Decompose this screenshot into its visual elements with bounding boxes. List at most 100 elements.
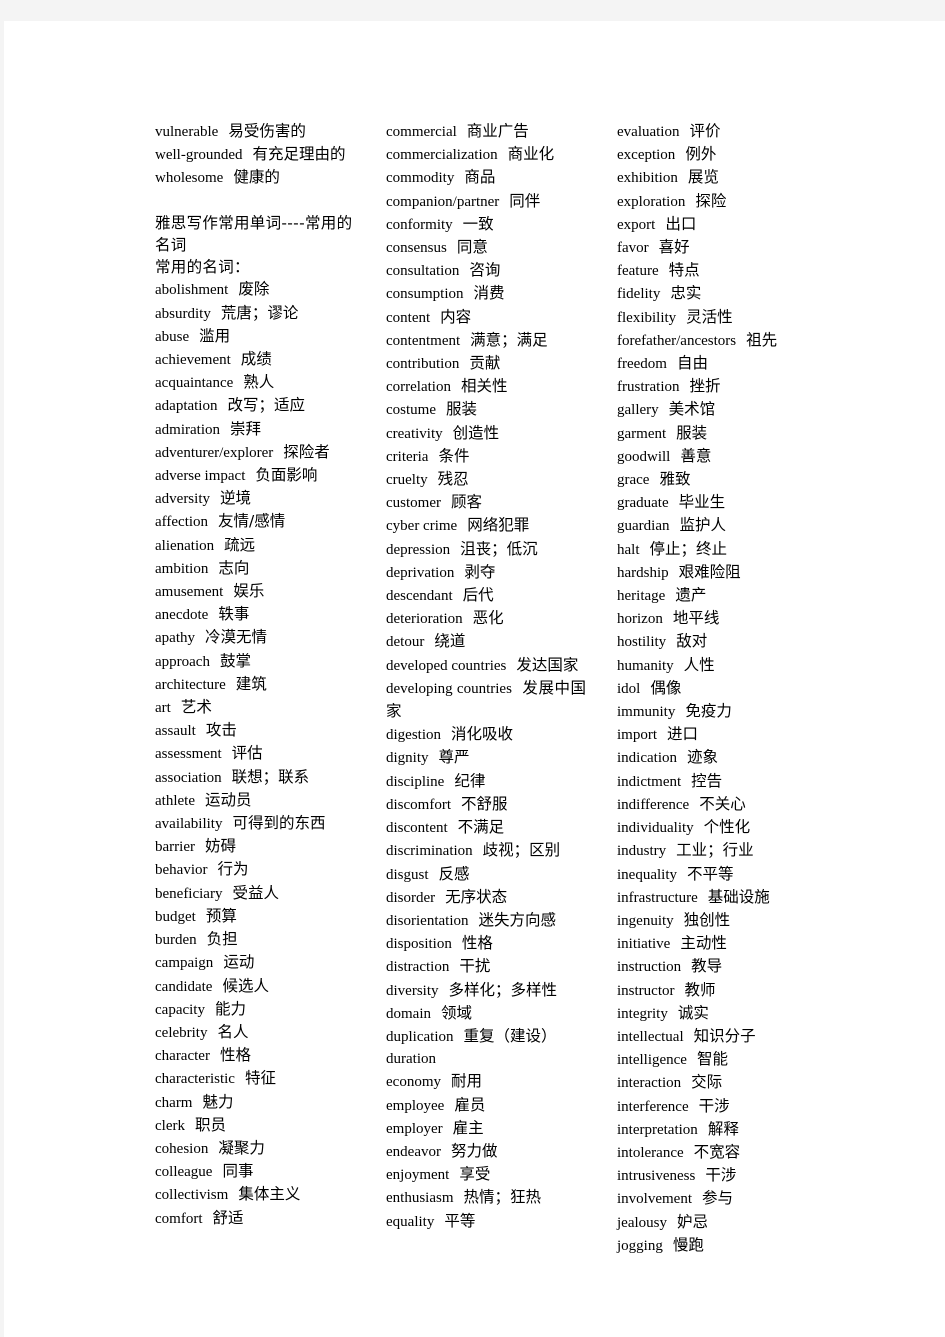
chinese-translation: 服装 [676,423,708,442]
english-term: initiative [617,936,671,953]
english-term: ambition [155,560,209,577]
chinese-translation: 建筑 [235,674,267,693]
english-term: discontent [386,820,448,837]
vocab-entry: collectivism 集体主义 [155,1183,355,1206]
english-term: instructor [617,982,675,999]
english-term: apathy [155,630,195,647]
document-page: vulnerable 易受伤害的 well-grounded 有充足理由的 wholes… [4,21,945,1337]
chinese-translation: 歧视；区别 [482,841,561,860]
vocab-entry: behavior 行为 [155,858,355,881]
english-term: evaluation [617,124,680,140]
vocab-entry: campaign 运动 [155,951,355,974]
english-term: adversity [155,491,210,508]
vocab-entry: interference 干涉 [617,1095,817,1118]
english-term: discrimination [386,843,473,860]
chinese-translation: 迹象 [687,748,719,767]
chinese-translation: 喜好 [658,238,690,257]
chinese-translation: 工业；行业 [676,841,754,860]
english-term: enjoyment [386,1167,450,1184]
english-term: customer [386,495,441,512]
vocab-entry: architecture 建筑 [155,673,355,696]
vocab-entry: commodity 商品 [386,166,586,189]
english-term: garment [617,425,667,442]
english-term: exhibition [617,170,678,187]
chinese-translation: 解释 [707,1119,739,1138]
chinese-translation: 一致 [462,214,494,233]
english-term: abuse [155,328,190,345]
vocab-entry: consensus 同意 [386,236,586,259]
vocab-entry: export 出口 [617,213,817,236]
chinese-translation: 雇主 [452,1118,484,1137]
intro-entries: vulnerable 易受伤害的 well-grounded 有充足理由的 wholes… [155,120,355,190]
english-term: infrastructure [617,889,698,906]
english-term: enthusiasm [386,1190,454,1207]
english-term: burden [155,932,197,949]
chinese-translation: 熟人 [243,373,275,392]
chinese-translation: 荒唐；谬论 [220,303,299,322]
english-term: correlation [386,379,451,396]
vocab-entry: involvement 参与 [617,1187,817,1210]
vocab-entry: gallery 美术馆 [617,398,817,421]
english-term: candidate [155,978,213,995]
chinese-translation: 例外 [685,145,717,164]
vocab-entry: characteristic 特征 [155,1067,355,1090]
vocab-entry: commercial 商业广告 [386,120,586,143]
vocab-entry: exploration 探险 [617,190,817,213]
vocab-entry: import 进口 [617,723,817,746]
chinese-translation: 相关性 [460,377,508,396]
english-term: domain [386,1005,431,1022]
chinese-translation: 迷失方向感 [478,910,557,929]
english-term: guardian [617,518,670,535]
english-term: economy [386,1074,441,1091]
english-term: import [617,727,657,744]
english-term: disgust [386,866,429,883]
vocab-entry: flexibility 灵活性 [617,306,817,329]
english-term: colleague [155,1164,213,1181]
vocab-entry: deterioration 恶化 [386,607,586,630]
chinese-translation: 改写；适应 [227,396,305,415]
chinese-translation: 雇员 [454,1095,486,1114]
chinese-translation: 疏远 [224,535,256,554]
chinese-translation: 基础设施 [707,887,770,906]
english-term: creativity [386,425,443,442]
chinese-translation: 崇拜 [229,419,261,438]
vocab-entry: enthusiasm 热情；狂热 [386,1186,586,1209]
english-term: absurdity [155,305,211,322]
vocab-entry: employee 雇员 [386,1094,586,1117]
english-term: heritage [617,588,666,605]
chinese-translation: 发达国家 [516,655,579,674]
chinese-translation: 消费 [473,284,505,303]
english-term: horizon [617,611,663,628]
english-term: cyber crime [386,518,458,535]
chinese-translation: 教师 [684,980,716,999]
english-term: hardship [617,564,669,581]
vocab-entry: indifference 不关心 [617,793,817,816]
chinese-translation: 干涉 [698,1096,730,1115]
chinese-translation: 挫折 [689,377,721,396]
chinese-translation: 候选人 [222,976,269,995]
english-term: achievement [155,352,231,369]
vocab-entry: customer 顾客 [386,491,586,514]
english-term: wholesome [155,170,224,187]
chinese-translation: 享受 [459,1165,491,1184]
vocab-entry: exhibition 展览 [617,166,817,189]
vocab-entry: contentment 满意；满足 [386,329,586,352]
chinese-translation: 同伴 [509,191,541,210]
english-term: collectivism [155,1187,229,1204]
vocab-entry: guardian 监护人 [617,514,817,537]
chinese-translation: 教导 [691,957,723,976]
vocab-entry: diversity 多样化；多样性 [386,979,586,1002]
section-subheading: 常用的名词： [155,258,250,277]
chinese-translation: 探险者 [283,442,330,461]
english-term: intelligence [617,1052,687,1069]
column-2: commercial 商业广告 commercialization 商业化 commod… [386,120,586,1233]
vocab-entry: achievement 成绩 [155,348,355,371]
vocab-entry: intelligence 智能 [617,1048,817,1071]
vocab-entry: domain 领域 [386,1002,586,1025]
vocab-entry: immunity 免疫力 [617,700,817,723]
english-term: assessment [155,746,222,763]
vocab-entry: commercialization 商业化 [386,143,586,166]
chinese-translation: 不宽容 [693,1142,741,1161]
english-term: clerk [155,1117,185,1134]
